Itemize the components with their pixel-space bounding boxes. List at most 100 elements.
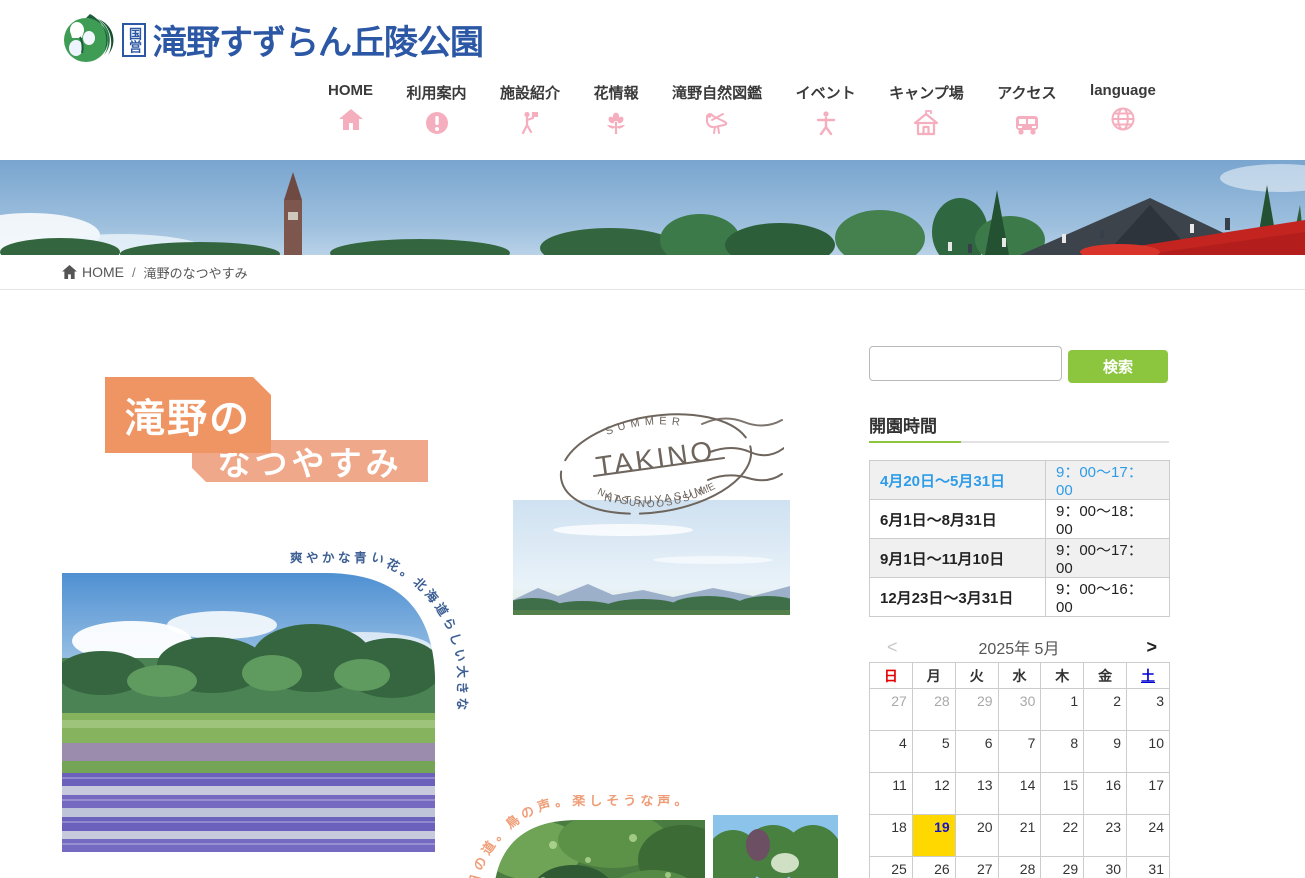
walking-person-icon — [517, 110, 543, 136]
nav-item-home[interactable]: HOME — [328, 82, 373, 132]
hours-time: 9：00〜18：00 — [1045, 499, 1170, 539]
home-icon — [62, 265, 77, 279]
calendar-day[interactable]: 4 — [869, 730, 913, 773]
summer-stamp-graphic: SUMMER TAKINO NATSUYASUM! NATSUNOOSUSUME — [559, 413, 784, 515]
calendar-weekday: 金 — [1083, 662, 1128, 689]
hut-icon — [913, 110, 939, 136]
page: 国営 滝野すずらん丘陵公園 HOME 利用案内 施設紹介 花情報 滝野自然図鑑 イベント キ… — [0, 0, 1305, 878]
calendar-day[interactable]: 20 — [954, 814, 999, 857]
calendar-day[interactable]: 21 — [997, 814, 1042, 857]
nav-item-label: 花情報 — [593, 85, 639, 102]
calendar-day[interactable]: 3 — [1126, 688, 1170, 731]
calendar-title: 2025年 5月 — [978, 641, 1060, 658]
nav-item-camp[interactable]: キャンプ場 — [889, 82, 964, 136]
calendar-day[interactable]: 31 — [1126, 856, 1170, 878]
calendar-day[interactable]: 24 — [1126, 814, 1170, 857]
calendar-nav: < 2025年 5月 > — [869, 633, 1169, 661]
logo-prefix: 国営 — [122, 22, 146, 57]
calendar-day[interactable]: 28 — [911, 688, 956, 731]
calendar-day[interactable]: 23 — [1083, 814, 1128, 857]
svg-text:SUMMER: SUMMER — [604, 415, 686, 438]
calendar-day[interactable]: 22 — [1040, 814, 1085, 857]
hours-table-body: 4月20日〜5月31日 9：00〜17：00 6月1日〜8月31日 9：00〜18：0… — [869, 460, 1170, 617]
nav-item-label: 滝野自然図鑑 — [672, 85, 763, 102]
calendar-next-button[interactable]: > — [1129, 637, 1169, 658]
hours-row: 6月1日〜8月31日 9：00〜18：00 — [869, 499, 1170, 539]
hours-row: 4月20日〜5月31日 9：00〜17：00 — [869, 460, 1170, 500]
caption-orange-curved-text: れ日の道。鳥の声。楽しそうな声。 — [464, 795, 692, 878]
caption-blue-curved-text: 爽やかな青い花。北海道らしい大きな青空。 — [230, 540, 470, 714]
nav-item-event[interactable]: イベント — [796, 82, 856, 136]
hours-time: 9：00〜17：00 — [1045, 538, 1170, 578]
nav-item-label: 利用案内 — [406, 85, 467, 102]
calendar-week-row: 25 26 27 28 29 30 31 — [869, 856, 1170, 878]
hours-period: 12月23日〜3月31日 — [869, 577, 1046, 617]
hours-period: 4月20日〜5月31日 — [869, 460, 1046, 500]
calendar-day[interactable]: 30 — [1083, 856, 1128, 878]
nav-item-nature[interactable]: 滝野自然図鑑 — [672, 82, 762, 136]
breadcrumb-home-label: HOME — [82, 264, 124, 280]
hours-period: 6月1日〜8月31日 — [869, 499, 1046, 539]
calendar-day[interactable]: 18 — [869, 814, 913, 857]
car-icon — [1013, 110, 1041, 136]
site-logo[interactable]: 国営 滝野すずらん丘陵公園 — [62, 13, 484, 66]
logo-name: 滝野すずらん丘陵公園 — [153, 24, 484, 62]
nav-item-guide[interactable]: 利用案内 — [407, 82, 467, 136]
nav-item-flower[interactable]: 花情報 — [594, 82, 639, 136]
calendar-weekday: 土 — [1126, 662, 1170, 689]
calendar-day[interactable]: 29 — [1040, 856, 1085, 878]
calendar-week-row: 27 28 29 30 1 2 3 — [869, 688, 1170, 731]
calendar-day[interactable]: 5 — [911, 730, 956, 773]
calendar-day[interactable]: 30 — [997, 688, 1042, 731]
calendar-day-selected[interactable]: 19 — [911, 814, 956, 857]
calendar-day[interactable]: 17 — [1126, 772, 1170, 815]
nav-item-label: イベント — [795, 85, 856, 102]
hours-row: 12月23日〜3月31日 9：00〜16：00 — [869, 577, 1170, 617]
calendar-day[interactable]: 14 — [997, 772, 1042, 815]
globe-icon — [1110, 106, 1136, 132]
calendar-table: 日月火水木金土 27 28 29 30 1 2 3 4 5 6 7 8 9 10 11 12 13 14 15 16 1… — [869, 662, 1170, 878]
svg-text:爽やかな青い花。北海道らしい大きな青空。: 爽やかな青い花。北海道らしい大きな青空。 — [230, 540, 470, 714]
nav-item-access[interactable]: アクセス — [997, 82, 1057, 136]
calendar-week-row: 11 12 13 14 15 16 17 — [869, 772, 1170, 815]
search-button[interactable]: 検索 — [1068, 350, 1168, 383]
calendar-day[interactable]: 15 — [1040, 772, 1085, 815]
calendar-day[interactable]: 26 — [911, 856, 956, 878]
calendar-weekday: 火 — [954, 662, 999, 689]
calendar-day[interactable]: 12 — [911, 772, 956, 815]
main-nav: HOME 利用案内 施設紹介 花情報 滝野自然図鑑 イベント キャンプ場 アクセス langua… — [328, 82, 1156, 136]
calendar-day[interactable]: 7 — [997, 730, 1042, 773]
calendar-weekday: 水 — [997, 662, 1042, 689]
calendar-day[interactable]: 28 — [997, 856, 1042, 878]
calendar-day[interactable]: 9 — [1083, 730, 1128, 773]
calendar-day[interactable]: 29 — [954, 688, 999, 731]
home-icon — [338, 106, 364, 132]
svg-text:れ日の道。鳥の声。楽しそうな声。: れ日の道。鳥の声。楽しそうな声。 — [464, 795, 692, 878]
calendar-day[interactable]: 1 — [1040, 688, 1085, 731]
calendar-day[interactable]: 27 — [869, 688, 913, 731]
hours-time: 9：00〜17：00 — [1045, 460, 1170, 500]
nav-item-facility[interactable]: 施設紹介 — [500, 82, 560, 136]
calendar-day[interactable]: 11 — [869, 772, 913, 815]
calendar-week-row: 18 19 20 21 22 23 24 — [869, 814, 1170, 857]
search-input[interactable] — [869, 346, 1062, 381]
park-logo-icon — [64, 14, 114, 62]
calendar-day[interactable]: 13 — [954, 772, 999, 815]
calendar-day[interactable]: 8 — [1040, 730, 1085, 773]
heading-underline — [869, 441, 1169, 443]
hero-photo — [0, 160, 1305, 255]
nav-item-language[interactable]: language — [1090, 82, 1156, 132]
nav-item-label: アクセス — [997, 85, 1057, 102]
calendar-day[interactable]: 27 — [954, 856, 999, 878]
calendar-day[interactable]: 6 — [954, 730, 999, 773]
breadcrumb-home-link[interactable]: HOME — [62, 264, 124, 280]
stamp-summer-text: SUMMER — [604, 415, 681, 438]
calendar-day[interactable]: 10 — [1126, 730, 1170, 773]
article-title-line1: 滝野の — [105, 377, 271, 453]
calendar-week-row: 4 5 6 7 8 9 10 — [869, 730, 1170, 773]
calendar-day[interactable]: 25 — [869, 856, 913, 878]
calendar-weekday-row: 日月火水木金土 — [869, 662, 1170, 689]
calendar-day[interactable]: 2 — [1083, 688, 1128, 731]
calendar-prev-button[interactable]: < — [869, 637, 909, 658]
calendar-day[interactable]: 16 — [1083, 772, 1128, 815]
